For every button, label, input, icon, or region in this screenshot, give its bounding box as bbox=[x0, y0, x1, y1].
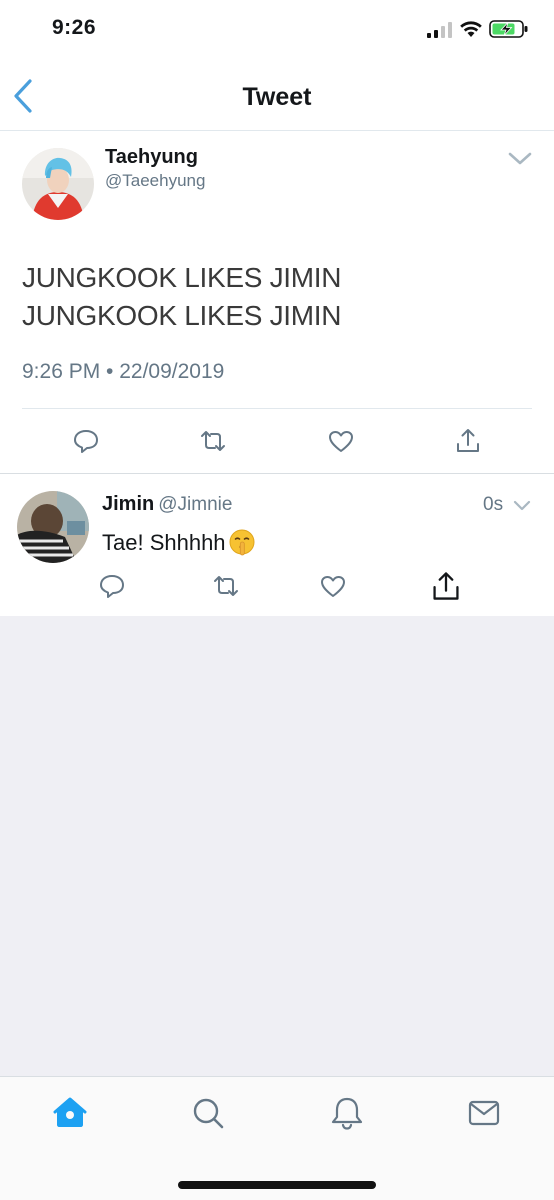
mail-icon bbox=[468, 1100, 500, 1126]
tweet-text-line: JUNGKOOK LIKES JIMIN bbox=[22, 300, 342, 331]
empty-area bbox=[0, 616, 554, 1076]
cellular-signal-icon bbox=[427, 22, 452, 38]
reply-icon[interactable] bbox=[72, 427, 100, 455]
reply-tweet[interactable]: Jimin @Jimnie 0s Tae! Shhhhh bbox=[0, 474, 554, 616]
like-icon[interactable] bbox=[319, 572, 347, 600]
tab-messages[interactable] bbox=[466, 1095, 502, 1131]
reply-time: 0s bbox=[483, 494, 504, 515]
main-tweet: Taehyung @Taeehyung JUNGKOOK LIKES JIMIN… bbox=[0, 131, 554, 474]
author-handle[interactable]: @Taeehyung bbox=[105, 171, 205, 191]
battery-charging-icon bbox=[489, 20, 528, 38]
tweet-timestamp: 9:26 PM • 22/09/2019 bbox=[22, 360, 225, 383]
avatar-image bbox=[22, 148, 94, 220]
bell-icon bbox=[331, 1097, 363, 1130]
page-title: Tweet bbox=[242, 83, 312, 111]
divider bbox=[22, 408, 532, 409]
like-icon[interactable] bbox=[327, 427, 355, 455]
retweet-icon[interactable] bbox=[199, 427, 227, 455]
nav-bar: Tweet bbox=[0, 62, 554, 131]
avatar-image bbox=[17, 491, 89, 563]
reply-author-handle[interactable]: @Jimnie bbox=[158, 494, 232, 515]
status-time: 9:26 bbox=[52, 16, 97, 39]
reply-text: Tae! Shhhhh bbox=[102, 528, 256, 556]
tweet-text-line: JUNGKOOK LIKES JIMIN bbox=[22, 262, 342, 293]
search-icon bbox=[193, 1098, 224, 1129]
status-bar: 9:26 bbox=[0, 0, 554, 62]
reply-icon[interactable] bbox=[98, 572, 126, 600]
share-icon[interactable] bbox=[454, 427, 482, 455]
wifi-icon bbox=[460, 21, 482, 37]
home-indicator[interactable] bbox=[178, 1181, 376, 1189]
reply-header: Jimin @Jimnie bbox=[102, 493, 232, 516]
reply-avatar[interactable] bbox=[17, 491, 89, 563]
tab-bar bbox=[0, 1076, 554, 1200]
tab-home[interactable] bbox=[52, 1095, 88, 1131]
reply-text-content: Tae! Shhhhh bbox=[102, 530, 226, 555]
shushing-face-emoji bbox=[229, 529, 255, 556]
tab-search[interactable] bbox=[190, 1095, 226, 1131]
reply-author-name[interactable]: Jimin bbox=[102, 493, 154, 515]
tweet-text: JUNGKOOK LIKES JIMIN JUNGKOOK LIKES JIMI… bbox=[22, 259, 532, 335]
author-avatar[interactable] bbox=[22, 148, 94, 220]
home-icon bbox=[53, 1097, 87, 1127]
chevron-down-icon[interactable] bbox=[512, 499, 532, 513]
retweet-icon[interactable] bbox=[212, 572, 240, 600]
chevron-down-icon[interactable] bbox=[506, 149, 534, 169]
tab-notifications[interactable] bbox=[329, 1095, 365, 1131]
share-icon[interactable] bbox=[430, 570, 462, 602]
author-name[interactable]: Taehyung bbox=[105, 146, 198, 169]
